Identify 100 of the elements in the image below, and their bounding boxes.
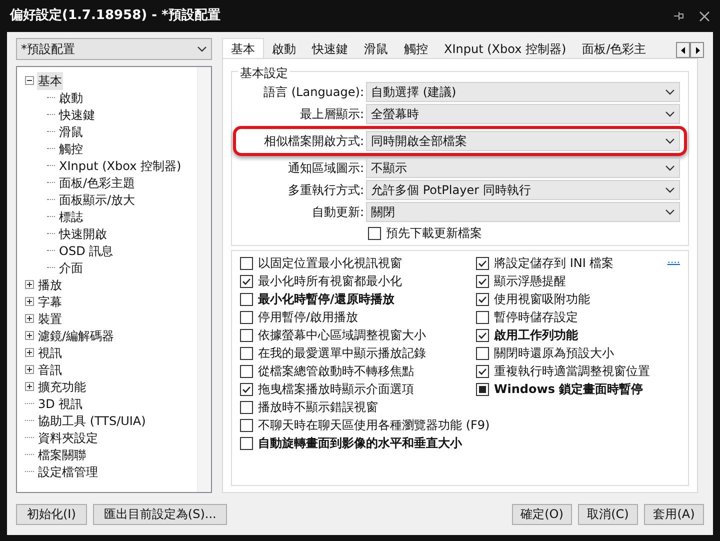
tab[interactable]: 基本	[222, 38, 264, 58]
chevron-down-icon	[665, 111, 675, 117]
setting-dropdown[interactable]: 不顯示	[366, 158, 680, 178]
checkbox[interactable]	[476, 328, 489, 342]
checkbox[interactable]	[476, 292, 489, 306]
chevron-down-icon	[665, 209, 675, 215]
checkbox[interactable]	[240, 274, 253, 288]
tree-item[interactable]: 快速鍵	[58, 106, 96, 124]
checkbox[interactable]	[240, 328, 253, 342]
checkbox[interactable]	[476, 274, 489, 288]
tree-item[interactable]: 視訊	[37, 344, 63, 362]
tree-item[interactable]: 滑鼠	[58, 122, 84, 140]
setting-dropdown[interactable]: 關閉	[366, 202, 680, 222]
scrollbar[interactable]	[197, 67, 211, 492]
group-title: 基本設定	[238, 64, 290, 82]
checkbox[interactable]	[240, 418, 253, 432]
expand-icon[interactable]	[25, 382, 34, 391]
expand-icon[interactable]	[25, 297, 34, 306]
more-link[interactable]: ....	[667, 254, 680, 268]
chevron-down-icon	[665, 89, 675, 95]
tab-scroll-left-button[interactable]	[676, 42, 690, 58]
checkbox[interactable]	[240, 364, 253, 378]
tree-item[interactable]: 基本	[37, 72, 63, 90]
profile-dropdown[interactable]: *預設配置	[16, 38, 212, 60]
checkbox[interactable]	[240, 382, 253, 396]
close-icon[interactable]	[699, 10, 710, 22]
option-label: 停用暫停/啟用播放	[258, 309, 358, 326]
tab[interactable]: 面板/色彩主	[574, 40, 654, 58]
option-label: 依據螢幕中心區域調整視窗大小	[258, 327, 426, 344]
expand-icon[interactable]	[25, 314, 34, 323]
tree-item[interactable]: 音訊	[37, 360, 63, 378]
tree-item[interactable]: OSD 訊息	[58, 242, 114, 260]
checkbox[interactable]	[240, 436, 253, 450]
chevron-down-icon	[665, 187, 675, 193]
footer-button[interactable]: 初始化(I)	[16, 504, 87, 524]
checkbox[interactable]	[368, 226, 381, 240]
checkbox[interactable]	[476, 346, 489, 360]
expand-icon[interactable]	[25, 365, 34, 374]
footer-button[interactable]: 匯出目前設定為(S)...	[92, 504, 228, 524]
footer-button[interactable]: 確定(O)	[512, 504, 572, 524]
tree-item[interactable]: 裝置	[37, 310, 63, 328]
tree-item[interactable]: 字幕	[37, 292, 63, 310]
checkbox[interactable]	[240, 310, 253, 324]
checkbox[interactable]	[476, 364, 489, 378]
setting-label: 自動更新:	[310, 204, 364, 221]
tree-item[interactable]: 資料夾設定	[37, 428, 99, 446]
tree-item[interactable]: 標誌	[58, 208, 84, 226]
checkbox[interactable]	[240, 400, 253, 414]
collapse-icon[interactable]	[25, 76, 34, 85]
option-label: Windows 鎖定畫面時暫停	[494, 381, 644, 398]
expand-icon[interactable]	[25, 331, 34, 340]
tree-item[interactable]: 快速開啟	[58, 224, 108, 242]
tab[interactable]: 觸控	[396, 40, 436, 58]
chevron-down-icon	[665, 138, 675, 144]
option-label: 從檔案總管啟動時不轉移焦點	[258, 363, 414, 380]
window-title: 偏好設定(1.7.18958) - *預設配置	[10, 6, 220, 26]
tree-item[interactable]: 協助工具 (TTS/UIA)	[37, 412, 147, 430]
tree-item[interactable]: 面板/色彩主題	[58, 174, 136, 192]
setting-dropdown[interactable]: 允許多個 PotPlayer 同時執行	[366, 180, 680, 200]
option-label: 不聊天時在聊天區使用各種瀏覽器功能 (F9)	[258, 417, 490, 434]
tree-item[interactable]: 播放	[37, 276, 63, 294]
checkbox[interactable]	[476, 310, 489, 324]
chevron-down-icon	[665, 165, 675, 171]
tab[interactable]: 滑鼠	[356, 40, 396, 58]
option-label: 重複執行時適當調整視窗位置	[494, 363, 650, 380]
pin-icon[interactable]	[673, 10, 685, 22]
tree-item[interactable]: 設定檔管理	[37, 462, 99, 480]
option-label: 自動旋轉畫面到影像的水平和垂直大小	[258, 435, 462, 452]
checkbox[interactable]	[240, 256, 253, 270]
chevron-down-icon	[197, 46, 207, 52]
expand-icon[interactable]	[25, 280, 34, 289]
tree-item[interactable]: 介面	[58, 258, 84, 276]
setting-dropdown[interactable]: 自動選擇 (建議)	[366, 82, 680, 102]
tab-scroll-right-button[interactable]	[690, 42, 704, 58]
option-label: 關閉時還原為預設大小	[494, 345, 614, 362]
option-label: 最小化時暫停/還原時播放	[258, 291, 394, 308]
triangle-left-icon	[680, 46, 686, 54]
tree-item[interactable]: 濾鏡/編解碼器	[37, 326, 116, 344]
checkbox[interactable]	[476, 256, 489, 270]
expand-icon[interactable]	[25, 348, 34, 357]
setting-dropdown[interactable]: 同時開啟全部檔案	[366, 131, 680, 151]
checkbox[interactable]	[240, 346, 253, 360]
tree-item[interactable]: 面板顯示/放大	[58, 190, 136, 208]
tab[interactable]: 快速鍵	[304, 40, 356, 58]
tab[interactable]: 啟動	[264, 40, 304, 58]
setting-label: 語言 (Language):	[262, 84, 364, 101]
option-label: 使用視窗吸附功能	[494, 291, 590, 308]
setting-dropdown[interactable]: 全螢幕時	[366, 104, 680, 124]
option-label: 在我的最愛選單中顯示播放記錄	[258, 345, 426, 362]
footer-button[interactable]: 套用(A)	[644, 504, 704, 524]
tree-item[interactable]: XInput (Xbox 控制器)	[58, 156, 182, 174]
checkbox[interactable]	[240, 292, 253, 306]
tab[interactable]: XInput (Xbox 控制器)	[436, 40, 574, 58]
tree-item[interactable]: 檔案關聯	[37, 446, 87, 464]
footer-button[interactable]: 取消(C)	[578, 504, 638, 524]
tree-item[interactable]: 啟動	[58, 88, 84, 106]
checkbox[interactable]	[476, 382, 489, 396]
tree-item[interactable]: 觸控	[58, 140, 84, 158]
tree-item[interactable]: 擴充功能	[37, 378, 87, 396]
tree-item[interactable]: 3D 視訊	[37, 394, 84, 412]
